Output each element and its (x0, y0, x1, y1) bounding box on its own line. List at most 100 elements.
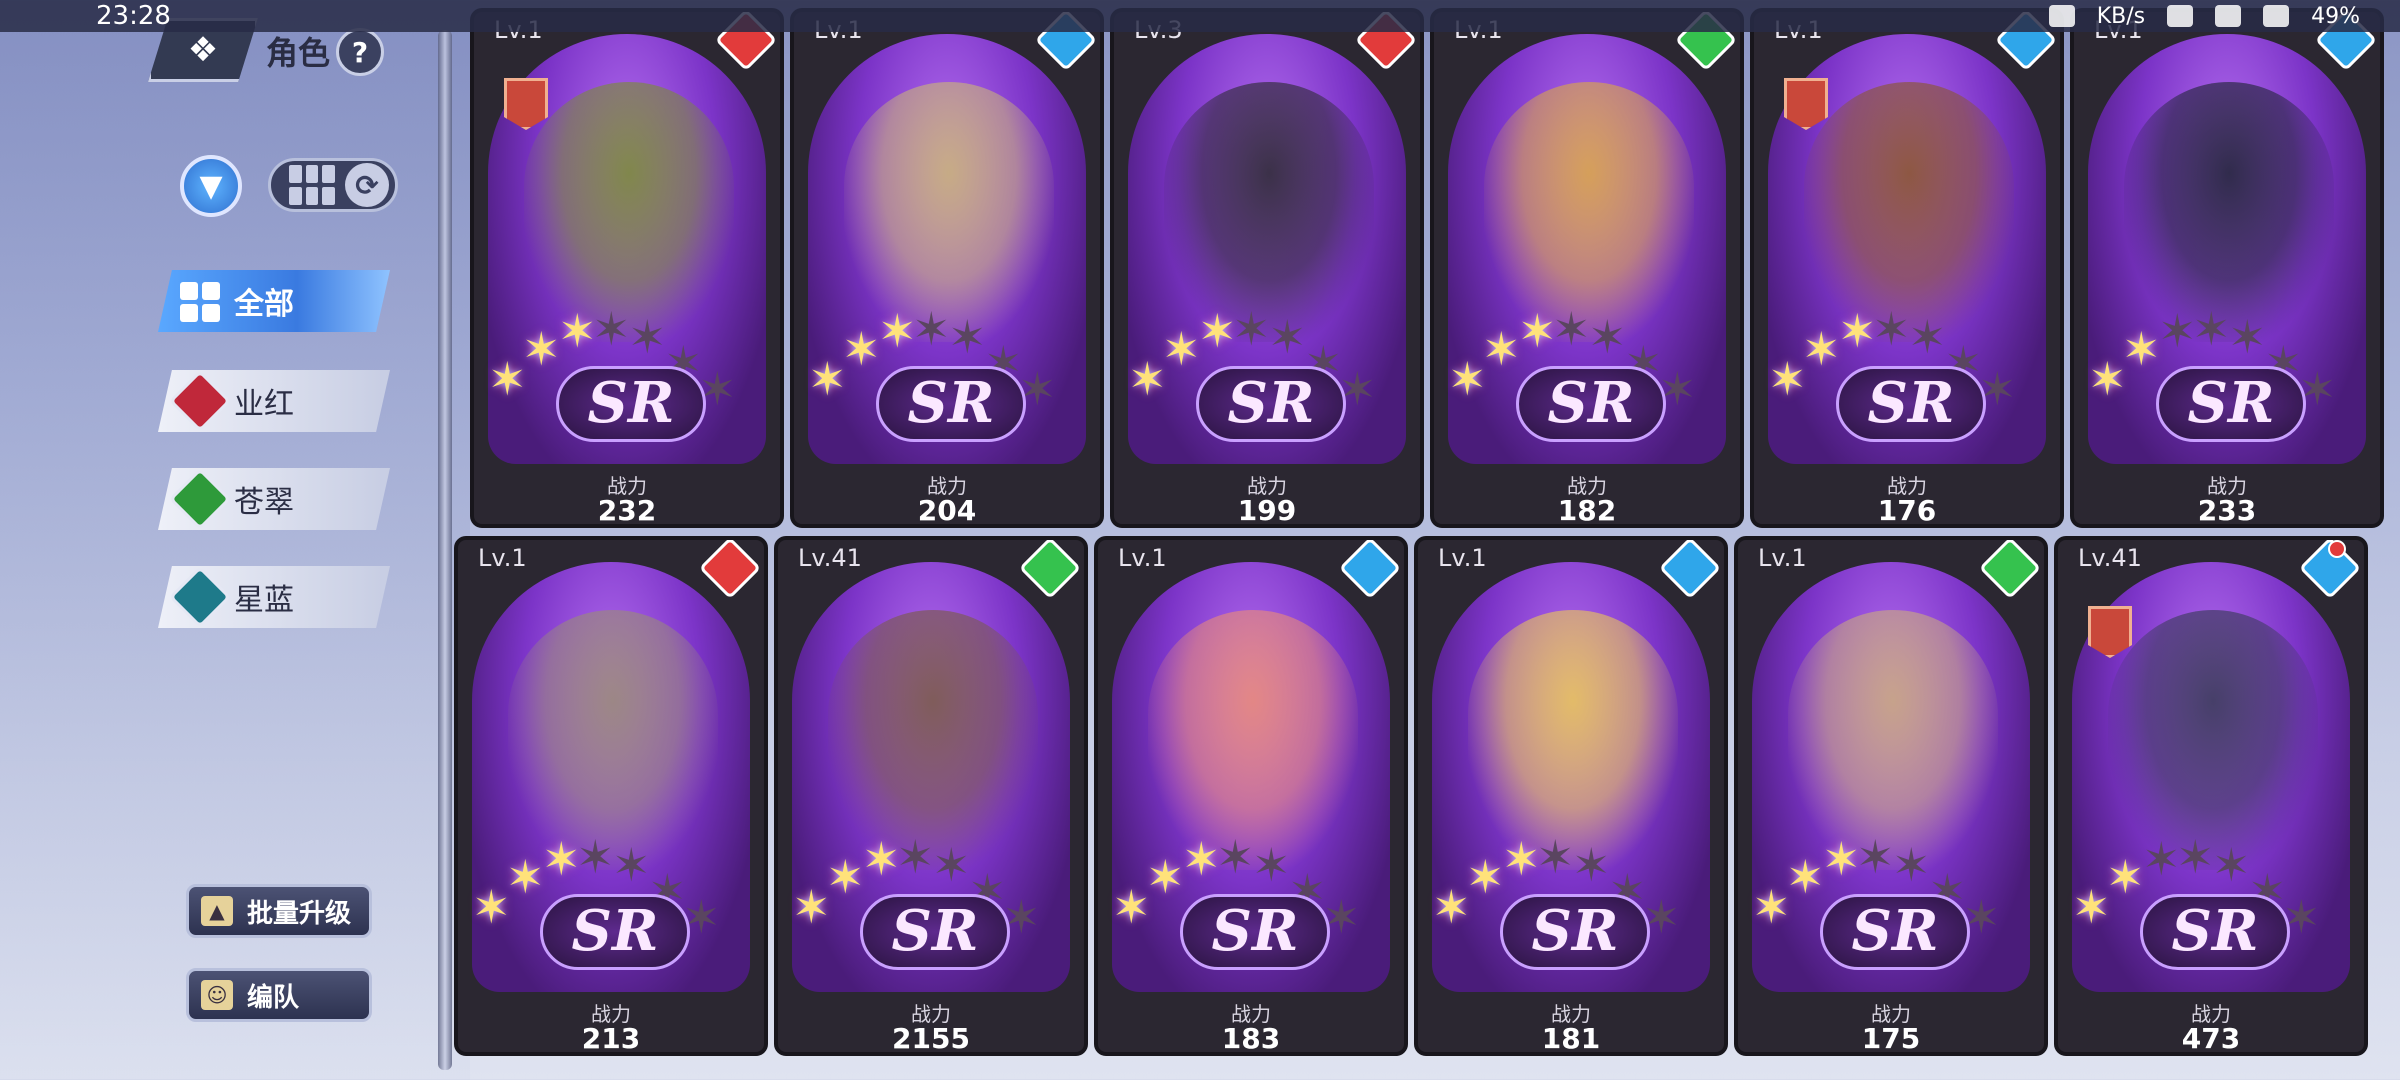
green-element-icon (1978, 540, 2042, 600)
network-speed: KB/s (2096, 3, 2146, 29)
rarity-badge: SR (1196, 366, 1346, 442)
star-icon: ✶ (1518, 304, 1557, 358)
notification-dot (2328, 540, 2346, 558)
blue-element-icon (1658, 540, 1722, 600)
back-arrow-icon: ❖ (187, 30, 219, 70)
power-value: 199 (1237, 494, 1297, 527)
card-level: Lv.41 (2078, 544, 2142, 572)
star-icon: ✶ (2106, 850, 2145, 904)
star-icon: ✶ (1822, 832, 1861, 886)
star-icon: ✶ (2122, 322, 2161, 376)
star-icon: ✶ (1572, 838, 1611, 892)
star-icon: ✶ (1856, 830, 1895, 884)
star-icon: ✶ (1892, 838, 1931, 892)
star-icon: ✶ (1216, 830, 1255, 884)
status-time: 23:28 (96, 1, 171, 31)
star-icon: ✶ (2212, 838, 2251, 892)
rarity-badge: SR (2156, 366, 2306, 442)
view-toggle[interactable]: ⟳ (268, 158, 398, 212)
panel-divider (438, 30, 452, 1070)
power-value: 176 (1877, 494, 1937, 527)
green-element-icon (1018, 540, 1082, 600)
power-value: 213 (581, 1022, 641, 1055)
upgrade-icon: ▲ (201, 896, 233, 926)
rarity-badge: SR (556, 366, 706, 442)
star-icon: ✶ (2192, 302, 2231, 356)
tab-label: 全部 (234, 287, 294, 322)
red-element-icon (698, 540, 762, 600)
star-icon: ✶ (542, 832, 581, 886)
star-icon: ✶ (842, 322, 881, 376)
character-card[interactable]: Lv.1 ✶ ✶ ✶ ✶ ✶ ✶ ✶ SR 战力 213 (454, 536, 768, 1056)
character-card[interactable]: Lv.1✶✶✶✶✶✶✶SR战力182 (1430, 8, 1744, 528)
character-card[interactable]: Lv.41 ✶ ✶ ✶ ✶ ✶ ✶ ✶ SR 战力 473 (2054, 536, 2368, 1056)
star-icon: ✶ (1786, 850, 1825, 904)
character-card[interactable]: Lv.1✶✶✶✶✶✶✶SR战力204 (790, 8, 1104, 528)
star-icon: ✶ (1588, 310, 1627, 364)
star-icon: ✶ (1872, 302, 1911, 356)
star-icon: ✶ (2072, 880, 2111, 934)
star-icon: ✶ (2176, 830, 2215, 884)
sim-icon (2167, 5, 2194, 27)
power-value: 204 (917, 494, 977, 527)
star-icon: ✶ (558, 304, 597, 358)
rarity-badge: SR (1180, 894, 1330, 970)
star-icon: ✶ (506, 850, 545, 904)
star-icon: ✶ (912, 302, 951, 356)
power-value: 175 (1861, 1022, 1921, 1055)
star-icon: ✶ (1482, 322, 1521, 376)
star-icon: ✶ (2158, 304, 2197, 358)
filter-button[interactable]: ▼ (180, 155, 242, 217)
power-value: 2155 (892, 1022, 970, 1055)
tab-crimson[interactable]: 业红 (158, 370, 390, 432)
character-card[interactable]: Lv.3✶✶✶✶✶✶✶SR战力199 (1110, 8, 1424, 528)
power-value: 181 (1541, 1022, 1601, 1055)
star-icon: ✶ (576, 830, 615, 884)
status-icons: KB/s 49% (2048, 3, 2360, 29)
team-icon: ☺ (201, 980, 233, 1010)
character-card[interactable]: Lv.1 ✶ ✶ ✶ ✶ ✶ ✶ ✶ SR 战力 181 (1414, 536, 1728, 1056)
rarity-badge: SR (1820, 894, 1970, 970)
tab-verdant[interactable]: 苍翠 (158, 468, 390, 530)
star-icon: ✶ (792, 880, 831, 934)
rarity-badge: SR (876, 366, 1026, 442)
star-icon: ✶ (1536, 830, 1575, 884)
star-icon: ✶ (1432, 880, 1471, 934)
team-button[interactable]: ☺ 编队 (186, 968, 372, 1022)
tab-label: 业红 (234, 387, 294, 422)
batch-upgrade-label: 批量升级 (247, 898, 352, 929)
rarity-badge: SR (1836, 366, 1986, 442)
star-icon: ✶ (1752, 880, 1791, 934)
power-value: 232 (597, 494, 657, 527)
star-icon: ✶ (932, 838, 971, 892)
character-card[interactable]: Lv.1 ✶ ✶ ✶ ✶ ✶ ✶ ✶ SR 战力 175 (1734, 536, 2048, 1056)
tab-starblue[interactable]: 星蓝 (158, 566, 390, 628)
character-card[interactable]: Lv.1✶✶✶✶✶✶✶SR战力232 (470, 8, 784, 528)
character-card[interactable]: Lv.1 ✶ ✶ ✶ ✶ ✶ ✶ ✶ SR 战力 183 (1094, 536, 1408, 1056)
card-level: Lv.1 (1438, 544, 1487, 572)
rarity-badge: SR (1500, 894, 1650, 970)
star-icon: ✶ (1838, 304, 1877, 358)
card-level: Lv.1 (1758, 544, 1807, 572)
star-icon: ✶ (1502, 832, 1541, 886)
wifi-icon (2263, 5, 2290, 27)
tab-label: 星蓝 (234, 583, 294, 618)
star-icon: ✶ (1182, 832, 1221, 886)
character-card[interactable]: Lv.41 ✶ ✶ ✶ ✶ ✶ ✶ ✶ SR 战力 2155 (774, 536, 1088, 1056)
rarity-badge: SR (2140, 894, 2290, 970)
crimson-gem-icon (168, 370, 232, 432)
batch-upgrade-button[interactable]: ▲ 批量升级 (186, 884, 372, 938)
power-value: 473 (2181, 1022, 2241, 1055)
switch-view-icon[interactable]: ⟳ (345, 163, 389, 207)
character-card[interactable]: Lv.1✶✶✶✶✶✶✶SR战力233 (2070, 8, 2384, 528)
signal-icon (2215, 5, 2242, 27)
help-button[interactable]: ? (336, 28, 384, 76)
page-title: 角色 (266, 34, 331, 72)
star-icon: ✶ (612, 838, 651, 892)
character-card[interactable]: Lv.1✶✶✶✶✶✶✶SR战力176 (1750, 8, 2064, 528)
star-icon: ✶ (1466, 850, 1505, 904)
tab-all[interactable]: 全部 (158, 270, 390, 332)
starblue-gem-icon (168, 566, 232, 628)
rarity-badge: SR (540, 894, 690, 970)
card-level: Lv.1 (478, 544, 527, 572)
